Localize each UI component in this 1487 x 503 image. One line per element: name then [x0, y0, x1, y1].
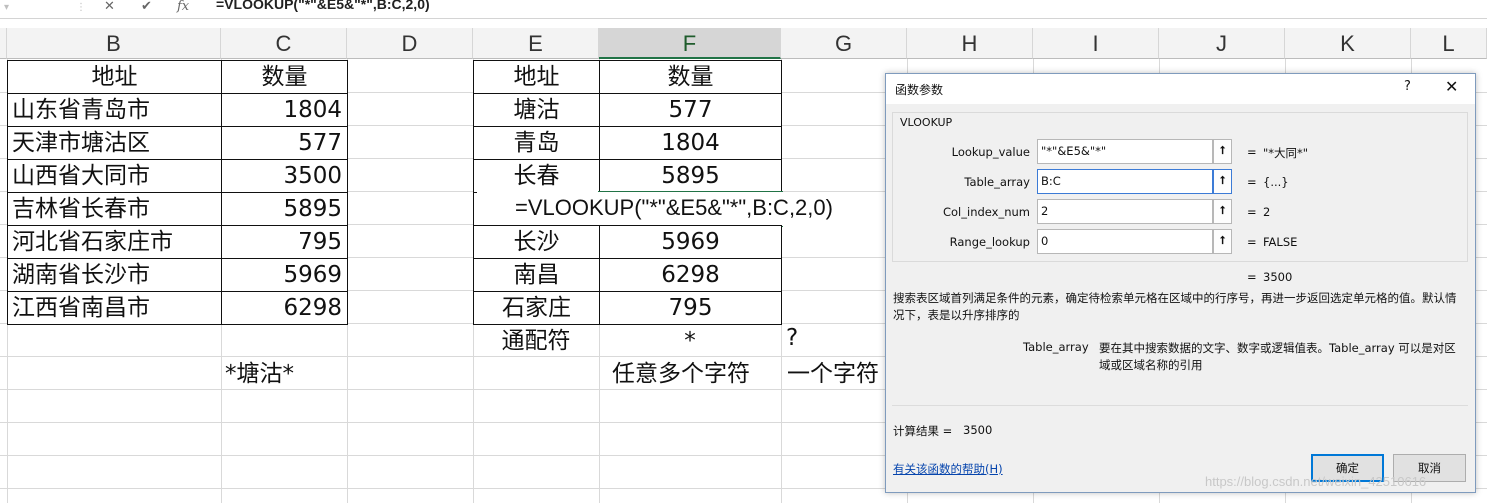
- function-description: 搜索表区域首列满足条件的元素，确定待检索单元格在区域中的行序号，再进一步返回选定…: [893, 291, 1457, 322]
- table1-quantity-cell[interactable]: 1804: [221, 93, 348, 127]
- column-header-k[interactable]: K: [1285, 28, 1411, 59]
- table1-quantity-cell[interactable]: 5895: [221, 192, 348, 226]
- column-header-b[interactable]: B: [7, 28, 221, 59]
- range-lookup-label: Range_lookup: [949, 235, 1030, 249]
- table2-quantity-cell[interactable]: 795: [599, 291, 782, 325]
- table-array-input[interactable]: B:C: [1037, 169, 1213, 194]
- formula-bar: ▾ ⋮ ✕ ✔ fx =VLOOKUP("*"&E5&"*",B:C,2,0): [0, 0, 1487, 19]
- function-arguments-dialog: 函数参数 ? ✕ VLOOKUP Lookup_value "*"&E5&"*"…: [885, 73, 1476, 493]
- col-index-num-input[interactable]: 2: [1037, 199, 1213, 224]
- dialog-title: 函数参数: [895, 83, 944, 97]
- function-help-link[interactable]: 有关该函数的帮助(H): [893, 461, 1003, 477]
- divider: [892, 405, 1468, 406]
- equals-sign: =: [1247, 270, 1257, 284]
- insert-function-icon[interactable]: fx: [177, 0, 189, 14]
- column-header-e[interactable]: E: [473, 28, 599, 59]
- column-header-i[interactable]: I: [1033, 28, 1159, 59]
- formula-input[interactable]: =VLOOKUP("*"&E5&"*",B:C,2,0): [216, 0, 430, 12]
- help-icon[interactable]: ?: [1404, 79, 1411, 94]
- table2-quantity-cell[interactable]: 6298: [599, 258, 782, 292]
- table2-header-address[interactable]: 地址: [473, 60, 600, 94]
- formula-bar-grip: ⋮: [76, 2, 86, 13]
- table1-quantity-cell[interactable]: 5969: [221, 258, 348, 292]
- table1-address-cell[interactable]: 湖南省长沙市: [7, 258, 222, 292]
- table-array-label: Table_array: [964, 175, 1030, 189]
- column-header-g[interactable]: G: [781, 28, 907, 59]
- table2-address-cell[interactable]: 南昌: [473, 258, 600, 292]
- table-array-result: {...}: [1263, 175, 1289, 189]
- table2-address-cell[interactable]: 塘沽: [473, 93, 600, 127]
- table1-quantity-cell[interactable]: 795: [221, 225, 348, 259]
- collapse-dialog-icon[interactable]: ⭡: [1213, 199, 1232, 224]
- col-index-num-result: 2: [1263, 205, 1271, 219]
- watermark: https://blog.csdn.net/weixin_42510616: [1205, 474, 1427, 489]
- question-wildcard[interactable]: ?: [786, 322, 846, 354]
- equals-sign: =: [1247, 235, 1257, 249]
- table1-header-quantity[interactable]: 数量: [221, 60, 348, 94]
- collapse-dialog-icon[interactable]: ⭡: [1213, 139, 1232, 164]
- wildcard-label[interactable]: 通配符: [473, 325, 599, 357]
- lookup-value-input[interactable]: "*"&E5&"*": [1037, 139, 1213, 164]
- column-header-d[interactable]: D: [347, 28, 473, 59]
- collapse-dialog-icon[interactable]: ⭡: [1213, 169, 1232, 194]
- table1-header-address[interactable]: 地址: [7, 60, 222, 94]
- table2-address-cell[interactable]: 石家庄: [473, 291, 600, 325]
- calc-result-value: 3500: [963, 423, 993, 437]
- equals-sign: =: [1247, 175, 1257, 189]
- table1-address-cell[interactable]: 吉林省长春市: [7, 192, 222, 226]
- table1-address-cell[interactable]: 山西省大同市: [7, 159, 222, 193]
- cancel-formula-icon[interactable]: ✕: [104, 0, 115, 14]
- col-index-num-label: Col_index_num: [942, 205, 1030, 219]
- table1-address-cell[interactable]: 山东省青岛市: [7, 93, 222, 127]
- star-wildcard[interactable]: *: [599, 325, 781, 357]
- table1-address-cell[interactable]: 天津市塘沽区: [7, 126, 222, 160]
- dialog-titlebar[interactable]: 函数参数 ? ✕: [886, 74, 1475, 104]
- table2-header-quantity[interactable]: 数量: [599, 60, 782, 94]
- table2-address-cell[interactable]: 长春: [473, 159, 600, 193]
- function-result: 3500: [1263, 270, 1293, 284]
- close-icon[interactable]: ✕: [1445, 77, 1458, 96]
- table1-address-cell[interactable]: 河北省石家庄市: [7, 225, 222, 259]
- collapse-dialog-icon[interactable]: ⭡: [1213, 229, 1232, 254]
- cell-formula-editor[interactable]: =VLOOKUP("*"&E5&"*",B:C,2,0): [477, 192, 887, 226]
- lookup-value-result: "*大同*": [1263, 146, 1309, 160]
- table1-quantity-cell[interactable]: 3500: [221, 159, 348, 193]
- table2-address-cell[interactable]: 青岛: [473, 126, 600, 160]
- table2-address-cell[interactable]: 长沙: [473, 225, 600, 259]
- function-name: VLOOKUP: [899, 116, 954, 129]
- range-lookup-result: FALSE: [1263, 235, 1298, 249]
- equals-sign: =: [1247, 205, 1257, 219]
- enter-formula-icon[interactable]: ✔: [141, 0, 152, 14]
- namebox-dropdown-icon[interactable]: ▾: [4, 2, 9, 13]
- argument-help-name: Table_array: [1023, 340, 1089, 354]
- table1-quantity-cell[interactable]: 6298: [221, 291, 348, 325]
- star-example[interactable]: *塘沽*: [225, 358, 345, 390]
- calc-result-label: 计算结果 =: [893, 424, 953, 438]
- table2-quantity-cell[interactable]: 1804: [599, 126, 782, 160]
- table2-quantity-cell[interactable]: 577: [599, 93, 782, 127]
- table2-quantity-cell[interactable]: 5969: [599, 225, 782, 259]
- column-header-h[interactable]: H: [907, 28, 1033, 59]
- column-header-f[interactable]: F: [599, 28, 781, 59]
- equals-sign: =: [1247, 145, 1257, 159]
- lookup-value-label: Lookup_value: [951, 145, 1030, 159]
- star-meaning[interactable]: 任意多个字符: [612, 358, 782, 390]
- column-header-a[interactable]: [0, 28, 7, 59]
- column-header-l[interactable]: L: [1411, 28, 1487, 59]
- column-header-c[interactable]: C: [221, 28, 347, 59]
- table1-address-cell[interactable]: 江西省南昌市: [7, 291, 222, 325]
- range-lookup-input[interactable]: 0: [1037, 229, 1213, 254]
- argument-help-text: 要在其中搜索数据的文字、数字或逻辑值表。Table_array 可以是对区域或区…: [1099, 341, 1456, 372]
- table1-quantity-cell[interactable]: 577: [221, 126, 348, 160]
- column-header-j[interactable]: J: [1159, 28, 1285, 59]
- table2-quantity-cell[interactable]: 5895: [599, 159, 782, 193]
